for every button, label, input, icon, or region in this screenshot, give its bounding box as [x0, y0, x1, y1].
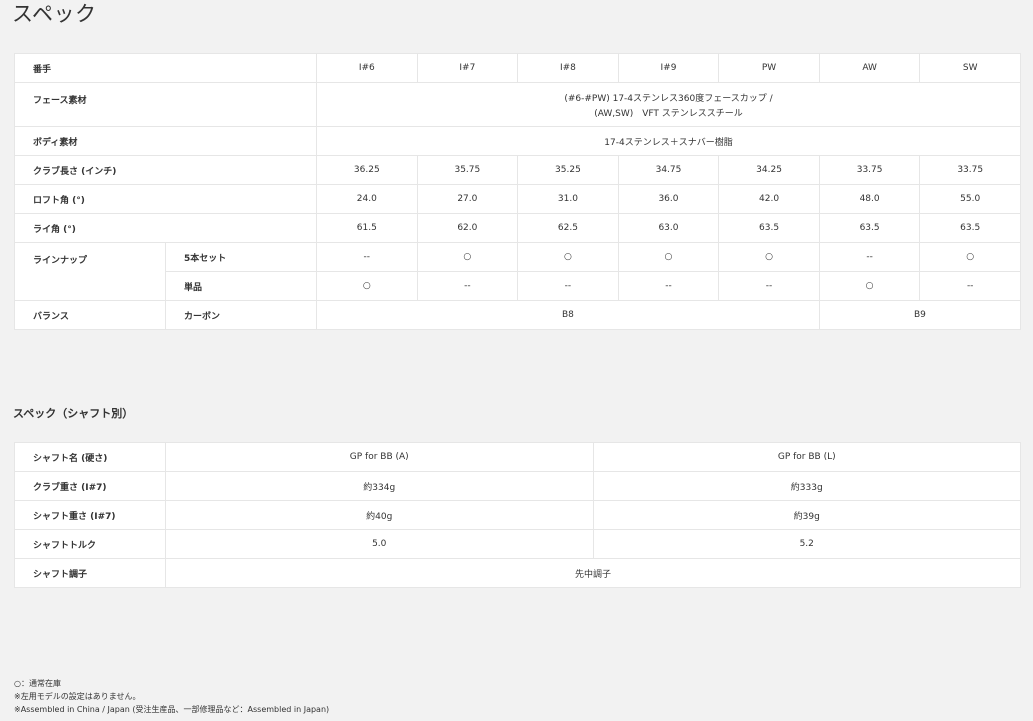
table-cell: 先中調子	[165, 558, 1021, 588]
table-cell: 63.5	[718, 213, 820, 243]
column-header: I#9	[617, 53, 720, 83]
lineup-mark: --	[517, 271, 619, 301]
row-label: ロフト角 (°)	[13, 184, 318, 214]
table-cell: 48.0	[818, 184, 921, 214]
row-label: シャフト重さ (I#7)	[14, 500, 166, 530]
lineup-mark: ○	[818, 271, 921, 301]
table-cell: 35.25	[517, 155, 619, 185]
table-cell: 63.5	[919, 213, 1021, 243]
row-label: ラインナップ	[14, 242, 166, 301]
page-title: スペック	[12, 2, 97, 26]
table-cell: GP for BB (A)	[165, 442, 594, 472]
section-title: スペック（シャフト別）	[13, 407, 134, 420]
table-cell: 63.5	[818, 213, 921, 243]
lineup-mark: ○	[517, 242, 619, 272]
column-header: I#8	[517, 53, 619, 83]
table-row: シャフト名 (硬さ) GP for BB (A) GP for BB (L)	[14, 442, 1021, 472]
row-sublabel: 5本セット	[164, 242, 318, 272]
table-cell: 33.75	[919, 155, 1021, 185]
table-cell: 36.0	[617, 184, 720, 214]
footnotes: ○：通常在庫 ※左用モデルの設定はありません。 ※Assembled in Ch…	[14, 677, 329, 716]
table-cell: 33.75	[818, 155, 921, 185]
table-cell: 5.0	[165, 529, 594, 559]
table-cell: 約333g	[592, 471, 1021, 501]
table-row: 番手 I#6 I#7 I#8 I#9 PW AW SW	[13, 53, 1021, 83]
row-label: シャフトトルク	[14, 529, 166, 559]
column-header: I#7	[416, 53, 519, 83]
table-row: バランス カーボン B8 B9	[14, 300, 1022, 330]
lineup-mark: --	[818, 242, 921, 272]
table-row: クラブ長さ (インチ) 36.25 35.75 35.25 34.75 34.2…	[13, 155, 1021, 185]
table-cell: 36.25	[316, 155, 418, 185]
column-header: PW	[718, 53, 820, 83]
balance-value: B8	[316, 300, 820, 330]
row-label: クラブ重さ (I#7)	[14, 471, 166, 501]
row-sublabel: 単品	[164, 271, 318, 301]
lineup-mark: --	[316, 242, 418, 272]
row-label: シャフト名 (硬さ)	[14, 442, 166, 472]
table-cell: GP for BB (L)	[592, 442, 1021, 472]
table-cell: 27.0	[416, 184, 519, 214]
table-row: フェース素材 (#6-#PW) 17-4ステンレス360度フェースカップ / (…	[13, 82, 1021, 127]
table-row: ライ角 (°) 61.5 62.0 62.5 63.0 63.5 63.5 63…	[13, 213, 1021, 243]
row-label: クラブ長さ (インチ)	[13, 155, 318, 185]
table-cell: 62.0	[416, 213, 519, 243]
shaft-spec-table: シャフト名 (硬さ) GP for BB (A) GP for BB (L) ク…	[14, 442, 1021, 588]
table-cell: 約40g	[165, 500, 594, 530]
table-row: ボディ素材 17-4ステンレス＋スナバー樹脂	[13, 126, 1021, 156]
row-label: ボディ素材	[13, 126, 318, 156]
lineup-mark: ○	[718, 242, 820, 272]
lineup-mark: ○	[617, 242, 720, 272]
footnote: ※左用モデルの設定はありません。	[14, 692, 141, 701]
row-sublabel: カーボン	[164, 300, 318, 330]
column-header: I#6	[316, 53, 418, 83]
table-row: シャフトトルク 5.0 5.2	[14, 529, 1021, 559]
spec-table: 番手 I#6 I#7 I#8 I#9 PW AW SW フェース素材 (#6-#…	[13, 53, 1022, 330]
lineup-mark: --	[718, 271, 820, 301]
row-label: バランス	[14, 300, 166, 330]
row-label: フェース素材	[13, 82, 318, 127]
table-row: ロフト角 (°) 24.0 27.0 31.0 36.0 42.0 48.0 5…	[13, 184, 1021, 214]
lineup-mark: ○	[416, 242, 519, 272]
row-label: シャフト調子	[14, 558, 166, 588]
lineup-mark: ○	[316, 271, 418, 301]
face-material-value: (#6-#PW) 17-4ステンレス360度フェースカップ / (AW,SW) …	[316, 82, 1021, 127]
lineup-mark: ○	[919, 242, 1021, 272]
table-cell: 61.5	[316, 213, 418, 243]
table-cell: 31.0	[517, 184, 619, 214]
table-cell: 42.0	[718, 184, 820, 214]
table-cell: 24.0	[316, 184, 418, 214]
table-cell: 63.0	[617, 213, 720, 243]
column-header: SW	[919, 53, 1021, 83]
table-row: シャフト重さ (I#7) 約40g 約39g	[14, 500, 1021, 530]
lineup-mark: --	[617, 271, 720, 301]
table-cell: 62.5	[517, 213, 619, 243]
footnote: ○：通常在庫	[14, 679, 61, 688]
table-cell: 35.75	[416, 155, 519, 185]
table-cell: 34.75	[617, 155, 720, 185]
row-label: 番手	[13, 53, 318, 83]
table-cell: 34.25	[718, 155, 820, 185]
body-material-value: 17-4ステンレス＋スナバー樹脂	[316, 126, 1021, 156]
table-cell: 約334g	[165, 471, 594, 501]
table-cell: 55.0	[919, 184, 1021, 214]
table-row: 単品 ○ -- -- -- -- ○ --	[15, 271, 1021, 301]
footnote: ※Assembled in China / Japan (受注生産品、一部修理品…	[14, 705, 330, 714]
row-label: ライ角 (°)	[13, 213, 318, 243]
column-header: AW	[818, 53, 921, 83]
table-row: シャフト調子 先中調子	[14, 558, 1021, 588]
lineup-mark: --	[416, 271, 519, 301]
face-material-line: (AW,SW) VFT ステンレススチール	[594, 108, 743, 119]
table-cell: 5.2	[592, 529, 1021, 559]
lineup-mark: --	[919, 271, 1021, 301]
table-row: クラブ重さ (I#7) 約334g 約333g	[14, 471, 1021, 501]
face-material-line: (#6-#PW) 17-4ステンレス360度フェースカップ /	[564, 93, 773, 104]
table-row: ラインナップ 5本セット -- ○ ○ ○ ○ -- ○	[14, 242, 1021, 301]
balance-value: B9	[818, 300, 1022, 330]
table-cell: 約39g	[592, 500, 1021, 530]
